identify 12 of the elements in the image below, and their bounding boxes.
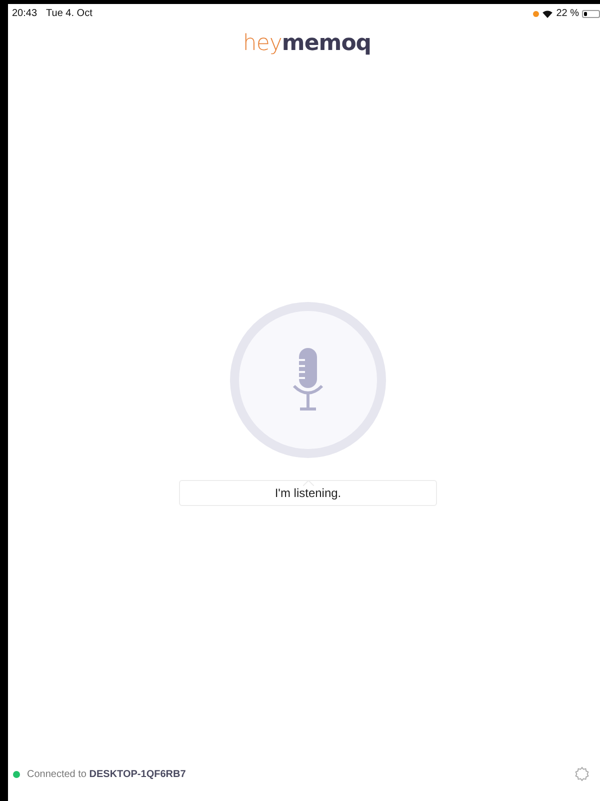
connection-status: Connected to DESKTOP-1QF6RB7 [27, 768, 186, 780]
wifi-icon [542, 10, 554, 18]
battery-percentage: 22 % [556, 8, 579, 19]
listening-message: I'm listening. [274, 486, 342, 500]
status-time: 20:43 [12, 8, 38, 19]
settings-icon[interactable] [574, 766, 590, 782]
app-logo: heymemoq [242, 31, 372, 58]
battery-icon [582, 10, 600, 18]
privacy-dot-icon [533, 10, 540, 16]
status-dot [13, 770, 20, 778]
microphone-icon [292, 348, 324, 412]
status-date: Tue 4. Oct [46, 8, 92, 19]
